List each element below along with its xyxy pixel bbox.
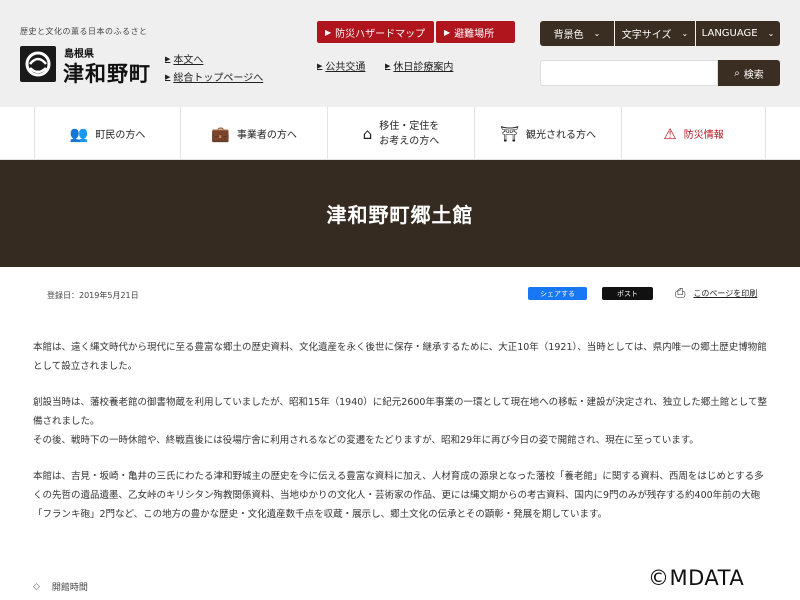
briefcase-icon: 💼 [211,124,230,143]
search-button-label: 検索 [743,69,764,81]
top-page-label: 総合トップページへ [173,73,264,84]
public-transport-label: 公共交通 [325,62,366,73]
main-nav: 👥 町民の方へ 💼 事業者の方へ ⌂ 移住・定住を お考えの方へ ⛩ 観光される… [0,107,800,160]
nav-residents-label: 町民の方へ [95,130,146,141]
skip-to-content-label: 本文へ [173,55,204,66]
background-color-button[interactable]: 背景色 ⌄ [540,21,614,46]
chevron-right-icon: ▶ [385,61,391,70]
nav-tourism[interactable]: ⛩ 観光される方へ [474,107,621,160]
town-logo-icon[interactable] [20,46,56,82]
nav-disaster-info-label: 防災情報 [683,130,724,141]
nav-relocation-line2: お考えの方へ [379,135,440,147]
public-transport-link[interactable]: ▶ 公共交通 [317,58,366,74]
nav-businesses-label: 事業者の方へ [236,130,297,141]
torii-icon: ⛩ [499,124,520,143]
nav-disaster-info[interactable]: ⚠ 防災情報 [621,107,766,160]
printer-icon: ⎙ [675,286,686,301]
town-name[interactable]: 津和野町 [63,58,151,88]
watermark: ©MDATA [648,566,745,590]
x-post-label: ポスト [617,289,638,298]
history-paragraph-part2: その後、戦時下の一時休館や、終戦直後には役場庁舎に利用されるなどの変遷をたどりま… [33,435,699,446]
evacuation-label: 避難場所 [454,28,495,40]
site-tagline: 歴史と文化の薫る日本のふるさと [20,27,148,36]
history-paragraph-part1: 創設当時は、藩校養老館の御書物蔵を利用していましたが、昭和15年（1940）に紀… [33,397,767,427]
opening-hours-heading: ◇ 開館時間 [33,580,88,594]
skip-to-content-link[interactable]: ▶ 本文へ [165,51,204,67]
nav-relocation-label: 移住・定住を お考えの方へ [379,119,439,149]
collection-paragraph: 本館は、吉見・坂崎・亀井の三氏にわたる津和野城主の歴史を今に伝える豊富な資料に加… [33,471,764,520]
chevron-right-icon: ▶ [325,27,332,37]
people-icon: 👥 [69,124,89,143]
facebook-share-button[interactable]: シェアする [528,287,587,300]
search-button[interactable]: ⌕ 検索 [718,60,780,86]
evacuation-button[interactable]: ▶ 避難場所 [436,21,515,43]
intro-paragraph: 本館は、遠く縄文時代から現代に至る豊富な郷土の歴史資料、文化遺産を永く後世に保存… [33,342,767,372]
top-page-link[interactable]: ▶ 総合トップページへ [165,69,264,85]
language-button[interactable]: LANGUAGE ⌄ [696,21,780,46]
nav-relocation-line1: 移住・定住を [379,120,440,132]
site-header: 歴史と文化の薫る日本のふるさと 島根県 津和野町 ▶ 本文へ ▶ 総合トップペー… [0,0,800,107]
search-input[interactable] [540,60,718,86]
font-size-label: 文字サイズ [621,30,672,41]
history-paragraph: 創設当時は、藩校養老館の御書物蔵を利用していましたが、昭和15年（1940）に紀… [33,393,767,450]
holiday-clinic-link[interactable]: ▶ 休日診療案内 [385,58,454,74]
nav-tourism-label: 観光される方へ [526,130,597,141]
hazard-map-button[interactable]: ▶ 防災ハザードマップ [317,21,434,43]
diamond-icon: ◇ [33,581,40,592]
holiday-clinic-label: 休日診療案内 [393,62,454,73]
chevron-right-icon: ▶ [444,27,451,37]
language-label: LANGUAGE [701,28,758,39]
page-title: 津和野町郷土館 [326,203,474,227]
nav-businesses[interactable]: 💼 事業者の方へ [180,107,327,160]
chevron-down-icon: ⌄ [767,29,775,38]
chevron-right-icon: ▶ [165,72,171,81]
opening-hours-label: 開館時間 [51,583,88,593]
nav-relocation[interactable]: ⌂ 移住・定住を お考えの方へ [327,107,474,160]
title-band: 津和野町郷土館 [0,160,800,267]
chevron-right-icon: ▶ [165,54,171,63]
background-color-label: 背景色 [553,30,584,41]
print-page-label: このページを印刷 [693,289,758,298]
chevron-right-icon: ▶ [317,61,323,70]
nav-residents[interactable]: 👥 町民の方へ [34,107,180,160]
font-size-button[interactable]: 文字サイズ ⌄ [615,21,695,46]
warning-icon: ⚠ [663,124,677,143]
chevron-down-icon: ⌄ [593,29,601,38]
x-post-button[interactable]: ポスト [602,287,653,300]
chevron-down-icon: ⌄ [681,29,689,38]
search-icon: ⌕ [734,67,740,79]
facebook-share-label: シェアする [540,289,575,298]
registration-date: 登録日：2019年5月21日 [47,291,139,300]
house-icon: ⌂ [362,124,373,143]
print-page-link[interactable]: ⎙ このページを印刷 [675,286,757,301]
hazard-map-label: 防災ハザードマップ [335,28,426,40]
